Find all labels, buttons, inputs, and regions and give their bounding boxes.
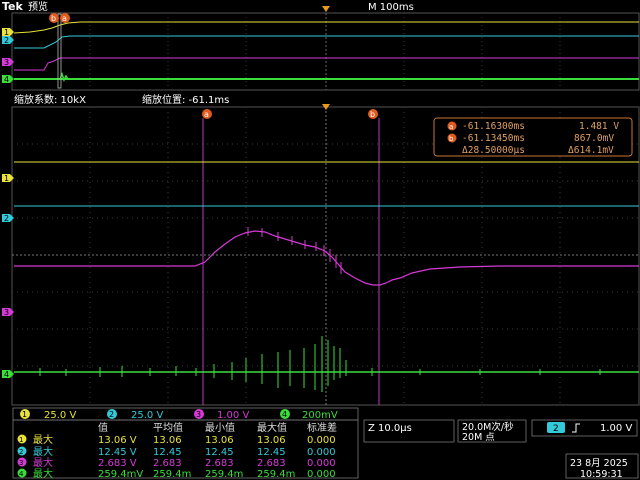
svg-text:12.45: 12.45 [257,447,286,458]
svg-text:4: 4 [19,470,24,478]
cursor-a-volt: 1.481 V [579,121,619,132]
svg-text:1: 1 [22,410,27,419]
svg-text:4: 4 [4,370,9,379]
trigger-box[interactable]: 2 1.00 V [531,419,638,437]
overview-ch1-trace [13,21,639,34]
svg-text:259.4m: 259.4m [257,469,295,480]
svg-text:2.683: 2.683 [205,458,234,469]
ch2-scale: 2 25.0 V [107,409,163,421]
svg-text:2: 2 [4,214,9,223]
zoom-position-label: 缩放位置: -61.1ms [142,93,229,106]
svg-text:200mV: 200mV [302,410,338,421]
svg-text:标准差: 标准差 [307,421,337,434]
date-label: 23 8月 2025 [570,458,628,469]
svg-text:最大: 最大 [33,467,53,480]
measure-table-header: 值 平均值 最小值 最大值 标准差 [98,421,337,434]
svg-text:a: a [204,110,209,119]
svg-text:最小值: 最小值 [205,421,235,434]
brand-logo: Tek [2,0,24,13]
horizontal-zoom-box[interactable]: Z 10.0μs [363,419,455,443]
svg-text:2.683: 2.683 [257,458,286,469]
datetime-box: 23 8月 2025 10:59:31 [565,453,639,480]
zoom-factor-label: 缩放系数: 10kX [14,93,86,106]
svg-text:259.4m: 259.4m [205,469,243,480]
oscilloscope-screen: Tek 预览 M 100ms 1 2 3 4 b a 缩放系数: 10kX 缩放… [2,0,640,480]
svg-text:259.4m: 259.4m [153,469,191,480]
svg-text:3: 3 [4,58,9,67]
svg-text:13.06 V: 13.06 V [98,435,137,446]
svg-text:1: 1 [4,174,9,183]
ch3-scale: 3 1.00 V [194,409,249,421]
cursor-a-time: -61.16300ms [462,121,525,132]
svg-text:0.000: 0.000 [307,435,336,446]
svg-text:2.683 V: 2.683 V [98,458,137,469]
acq-mode-label: 预览 [28,0,48,13]
svg-text:b: b [51,14,56,23]
svg-text:2.683: 2.683 [153,458,182,469]
svg-text:4: 4 [4,75,9,84]
svg-text:最大: 最大 [33,445,53,458]
ch4-scale: 4 200mV [280,409,338,421]
svg-text:13.06: 13.06 [257,435,286,446]
cursor-delta-volt: Δ614.1mV [568,145,614,156]
time-label: 10:59:31 [580,469,623,480]
svg-text:13.06: 13.06 [205,435,234,446]
cursor-b-volt: 867.0mV [574,133,614,144]
trigger-source: 2 [553,424,559,434]
svg-text:12.45: 12.45 [205,447,234,458]
ch3-glitches [247,227,342,274]
overview-cursor-markers[interactable]: b a [49,13,70,23]
measure-row-ch3: 3 最大 2.683 V 2.683 2.683 2.683 0.000 [17,456,336,469]
cursor-readout: a -61.16300ms 1.481 V b -61.13450ms 867.… [433,117,633,157]
measure-row-ch1: 1 最大 13.06 V 13.06 13.06 13.06 0.000 [17,433,336,446]
measurement-table: 值 平均值 最小值 最大值 标准差 1 最大 13.06 V 13.06 13.… [12,419,359,480]
zoom-scale-label: Z 10.0μs [368,423,412,434]
trigger-level: 1.00 V [600,423,632,434]
timebase-label[interactable]: M 100ms [368,2,414,13]
svg-text:最大: 最大 [33,456,53,469]
svg-text:2: 2 [4,36,9,45]
svg-text:259.4mV: 259.4mV [98,469,143,480]
cursor-b-time: -61.13450ms [462,133,525,144]
svg-text:值: 值 [98,421,108,434]
svg-text:13.06: 13.06 [153,435,182,446]
svg-text:最大: 最大 [33,433,53,446]
trigger-position-marker-icon [322,6,330,12]
channel-scale-bar[interactable]: 1 25.0 V 2 25.0 V 3 1.00 V 4 200mV [12,407,359,421]
svg-text:25.0 V: 25.0 V [44,410,76,421]
measure-row-ch2: 2 最大 12.45 V 12.45 12.45 12.45 0.000 [17,445,336,458]
acquisition-box[interactable]: 20.0M次/秒 20M 点 [457,419,527,443]
cursor-delta-time: Δ28.50000μs [462,145,525,156]
svg-text:25.0 V: 25.0 V [131,410,163,421]
ch4-noise [39,336,601,392]
svg-text:2: 2 [19,448,23,456]
record-length-label: 20M 点 [462,432,495,443]
svg-text:0.000: 0.000 [307,447,336,458]
svg-text:1.00 V: 1.00 V [217,410,249,421]
rising-edge-icon [572,423,580,433]
svg-text:a: a [62,14,67,23]
svg-text:3: 3 [4,308,9,317]
svg-text:b: b [449,135,454,143]
overview-ch3-trace [14,57,639,71]
svg-text:平均值: 平均值 [153,421,183,434]
svg-text:a: a [449,123,453,131]
svg-text:最大值: 最大值 [257,421,287,434]
svg-text:0.000: 0.000 [307,469,336,480]
svg-text:1: 1 [19,436,23,444]
svg-text:12.45: 12.45 [153,447,182,458]
svg-text:b: b [370,110,375,119]
svg-text:12.45 V: 12.45 V [98,447,137,458]
svg-text:4: 4 [282,410,287,419]
ch1-scale: 1 25.0 V [20,409,76,421]
svg-text:3: 3 [19,459,23,467]
svg-text:2: 2 [109,410,114,419]
svg-text:0.000: 0.000 [307,458,336,469]
svg-text:3: 3 [196,410,201,419]
